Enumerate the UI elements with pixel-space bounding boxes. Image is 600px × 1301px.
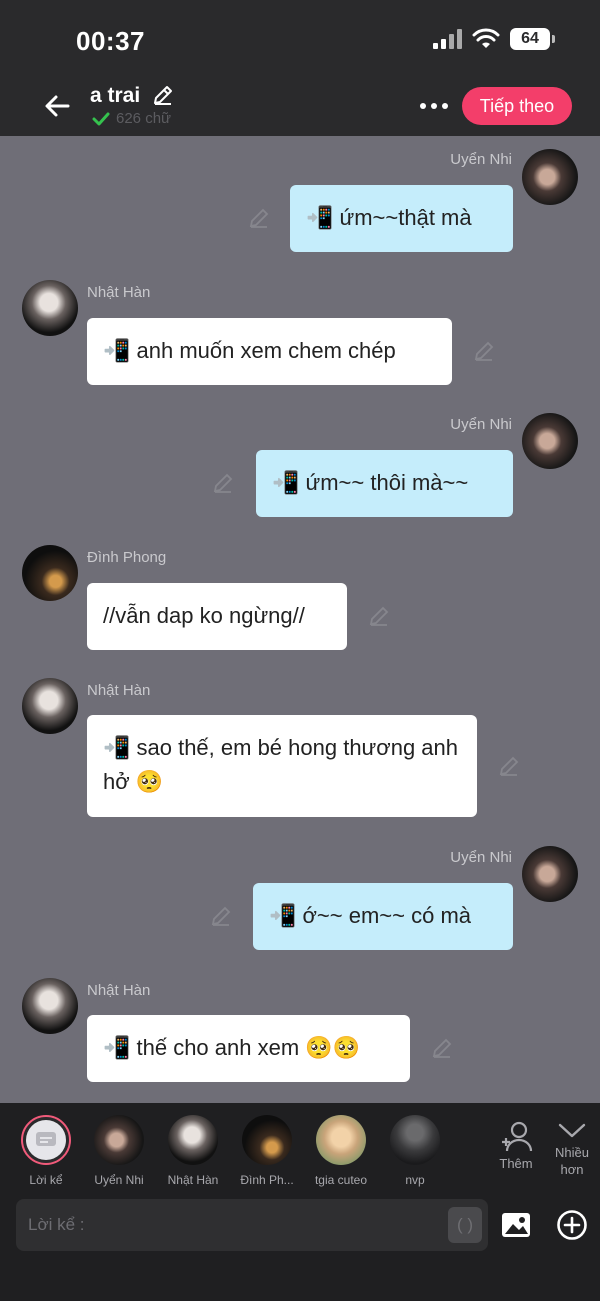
image-icon[interactable] bbox=[500, 1209, 532, 1241]
check-icon bbox=[92, 112, 110, 125]
edit-pencil-icon[interactable] bbox=[498, 755, 520, 777]
sender-name: Uyển Nhi bbox=[450, 849, 512, 866]
add-character-button[interactable]: Thêm bbox=[492, 1119, 540, 1171]
edit-pencil-icon[interactable] bbox=[431, 1037, 453, 1059]
avatar[interactable] bbox=[522, 846, 578, 902]
message-bubble[interactable]: 📲 ứm~~thật mà bbox=[290, 185, 513, 252]
more-characters-button[interactable]: Nhiều hơn bbox=[548, 1119, 596, 1178]
bracket-button[interactable]: ( ) bbox=[448, 1207, 482, 1243]
message-bubble[interactable]: 📲 anh muốn xem chem chép bbox=[87, 318, 452, 385]
message-bubble[interactable]: 📲 ớ~~ em~~ có mà bbox=[253, 883, 513, 950]
character-tgia-cuteo[interactable]: tgia cuteo bbox=[310, 1115, 372, 1187]
avatar[interactable] bbox=[22, 280, 78, 336]
signal-icon bbox=[433, 29, 462, 49]
avatar[interactable] bbox=[522, 149, 578, 205]
edit-pencil-icon[interactable] bbox=[210, 905, 232, 927]
word-count-label: 626 chữ bbox=[116, 110, 172, 127]
avatar[interactable] bbox=[22, 678, 78, 734]
sender-name: Uyển Nhi bbox=[450, 416, 512, 433]
avatar bbox=[242, 1115, 292, 1165]
character-dinh-phong[interactable]: Đình Ph... bbox=[236, 1115, 298, 1187]
message-bubble[interactable]: 📲 thế cho anh xem 🥺🥺 bbox=[87, 1015, 410, 1082]
plus-circle-icon[interactable] bbox=[556, 1209, 588, 1241]
edit-pencil-icon[interactable] bbox=[368, 605, 390, 627]
avatar bbox=[316, 1115, 366, 1165]
battery-icon: 64 bbox=[510, 28, 555, 50]
status-icons: 64 bbox=[433, 28, 555, 50]
character-nhat-han[interactable]: Nhật Hàn bbox=[162, 1115, 224, 1187]
character-label: Nhật Hàn bbox=[167, 1173, 219, 1187]
sender-name: Đình Phong bbox=[87, 549, 167, 566]
sender-name: Nhật Hàn bbox=[87, 284, 151, 301]
message-input[interactable] bbox=[28, 1199, 448, 1251]
avatar bbox=[390, 1115, 440, 1165]
message-bubble[interactable]: //vẫn dap ko ngừng// bbox=[87, 583, 347, 650]
more-dots-icon[interactable] bbox=[418, 94, 450, 118]
character-narration[interactable]: Lời kể bbox=[15, 1115, 77, 1187]
add-person-icon bbox=[502, 1121, 533, 1152]
chevron-down-icon bbox=[558, 1123, 586, 1138]
next-button[interactable]: Tiếp theo bbox=[462, 87, 572, 125]
pencil-icon[interactable] bbox=[152, 84, 174, 106]
edit-pencil-icon[interactable] bbox=[248, 207, 270, 229]
character-label: tgia cuteo bbox=[314, 1173, 368, 1187]
character-label: nvp bbox=[405, 1173, 425, 1187]
sender-name: Nhật Hàn bbox=[87, 682, 151, 699]
avatar[interactable] bbox=[522, 413, 578, 469]
character-label: Uyển Nhi bbox=[94, 1173, 144, 1187]
sender-name: Nhật Hàn bbox=[87, 982, 151, 999]
status-time: 00:37 bbox=[76, 26, 145, 56]
message-bubble[interactable]: 📲 ứm~~ thôi mà~~ bbox=[256, 450, 513, 517]
more-characters-label: Nhiều hơn bbox=[555, 1145, 589, 1177]
top-bar: 00:37 64 a trai 626 chữ Tiếp theo bbox=[0, 0, 600, 136]
word-count: 626 chữ bbox=[92, 110, 171, 127]
sender-name: Uyển Nhi bbox=[450, 151, 512, 168]
character-label: Lời kể bbox=[29, 1173, 63, 1187]
avatar[interactable] bbox=[22, 545, 78, 601]
edit-pencil-icon[interactable] bbox=[473, 340, 495, 362]
character-nvp[interactable]: nvp bbox=[384, 1115, 446, 1187]
back-arrow-icon[interactable] bbox=[42, 90, 74, 122]
character-label: Đình Ph... bbox=[240, 1173, 294, 1187]
avatar[interactable] bbox=[22, 978, 78, 1034]
message-input-box[interactable]: ( ) bbox=[16, 1199, 488, 1251]
add-character-label: Thêm bbox=[499, 1156, 533, 1171]
avatar bbox=[168, 1115, 218, 1165]
composer-panel: Lời kể Uyển Nhi Nhật Hàn Đình Ph... tgia… bbox=[0, 1103, 600, 1301]
edit-pencil-icon[interactable] bbox=[212, 472, 234, 494]
wifi-icon bbox=[472, 28, 500, 48]
message-bubble[interactable]: 📲 sao thế, em bé hong thương anh hở 🥺 bbox=[87, 715, 477, 817]
avatar bbox=[94, 1115, 144, 1165]
chat-title[interactable]: a trai bbox=[90, 84, 140, 108]
character-uyen-nhi[interactable]: Uyển Nhi bbox=[88, 1115, 150, 1187]
narration-icon bbox=[21, 1115, 71, 1165]
